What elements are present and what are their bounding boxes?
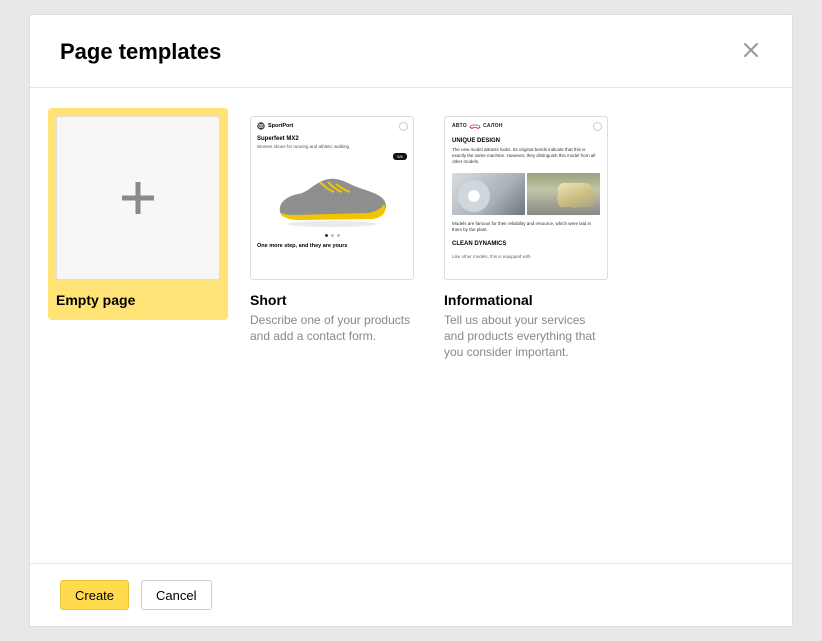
globe-icon bbox=[257, 122, 265, 130]
modal-footer: Create Cancel bbox=[30, 563, 792, 626]
template-card-informational[interactable]: АВТО САЛОН UNIQUE DESIGN The new model a… bbox=[436, 108, 616, 373]
thumb-p1: The new model attracts looks. Its origin… bbox=[452, 147, 600, 165]
thumb-images bbox=[452, 173, 600, 215]
thumb-heading: Superfeet MX2 bbox=[257, 136, 407, 142]
thumb-image-car bbox=[527, 173, 600, 215]
thumb-brand-right: САЛОН bbox=[483, 123, 503, 130]
thumb-image-headlight bbox=[452, 173, 525, 215]
thumb-edit-icon bbox=[399, 122, 408, 131]
thumb-cut: Like other models, this is equipped with bbox=[452, 254, 600, 260]
thumb-brand: SportPort bbox=[257, 122, 407, 130]
template-thumb-short: SportPort Superfeet MX2 Women shoes for … bbox=[250, 116, 414, 280]
template-thumb-empty bbox=[56, 116, 220, 280]
thumb-h2: CLEAN DYNAMICS bbox=[452, 241, 600, 249]
car-icon bbox=[469, 123, 481, 129]
templates-grid: Empty page SportPort Superfeet MX2 Women… bbox=[30, 88, 792, 563]
thumb-p2: Models are famous for their reliability … bbox=[452, 221, 600, 233]
template-title: Informational bbox=[444, 292, 608, 308]
close-button[interactable] bbox=[740, 39, 762, 61]
create-button[interactable]: Create bbox=[60, 580, 129, 610]
page-templates-modal: Page templates Empty page bbox=[29, 14, 793, 627]
shoe-icon bbox=[272, 162, 392, 232]
close-icon bbox=[742, 41, 760, 59]
template-title: Short bbox=[250, 292, 414, 308]
thumb-brand-left: АВТО bbox=[452, 123, 467, 130]
thumb-h1: UNIQUE DESIGN bbox=[452, 138, 600, 146]
template-desc: Tell us about your services and products… bbox=[444, 312, 608, 361]
modal-header: Page templates bbox=[30, 15, 792, 88]
plus-icon bbox=[114, 174, 162, 222]
template-desc: Describe one of your products and add a … bbox=[250, 312, 414, 344]
cancel-button[interactable]: Cancel bbox=[141, 580, 211, 610]
thumb-brand: АВТО САЛОН bbox=[452, 123, 600, 130]
thumb-footer: One more step, and they are yours bbox=[257, 243, 407, 249]
modal-title: Page templates bbox=[60, 39, 221, 65]
template-card-short[interactable]: SportPort Superfeet MX2 Women shoes for … bbox=[242, 108, 422, 356]
thumb-brand-text: SportPort bbox=[268, 123, 293, 129]
template-thumb-informational: АВТО САЛОН UNIQUE DESIGN The new model a… bbox=[444, 116, 608, 280]
thumb-sub: Women shoes for running and athletic wal… bbox=[257, 144, 407, 149]
template-title: Empty page bbox=[56, 292, 220, 308]
thumb-counter: 5/6 bbox=[393, 153, 407, 160]
template-card-empty[interactable]: Empty page bbox=[48, 108, 228, 320]
thumb-pager bbox=[257, 234, 407, 237]
